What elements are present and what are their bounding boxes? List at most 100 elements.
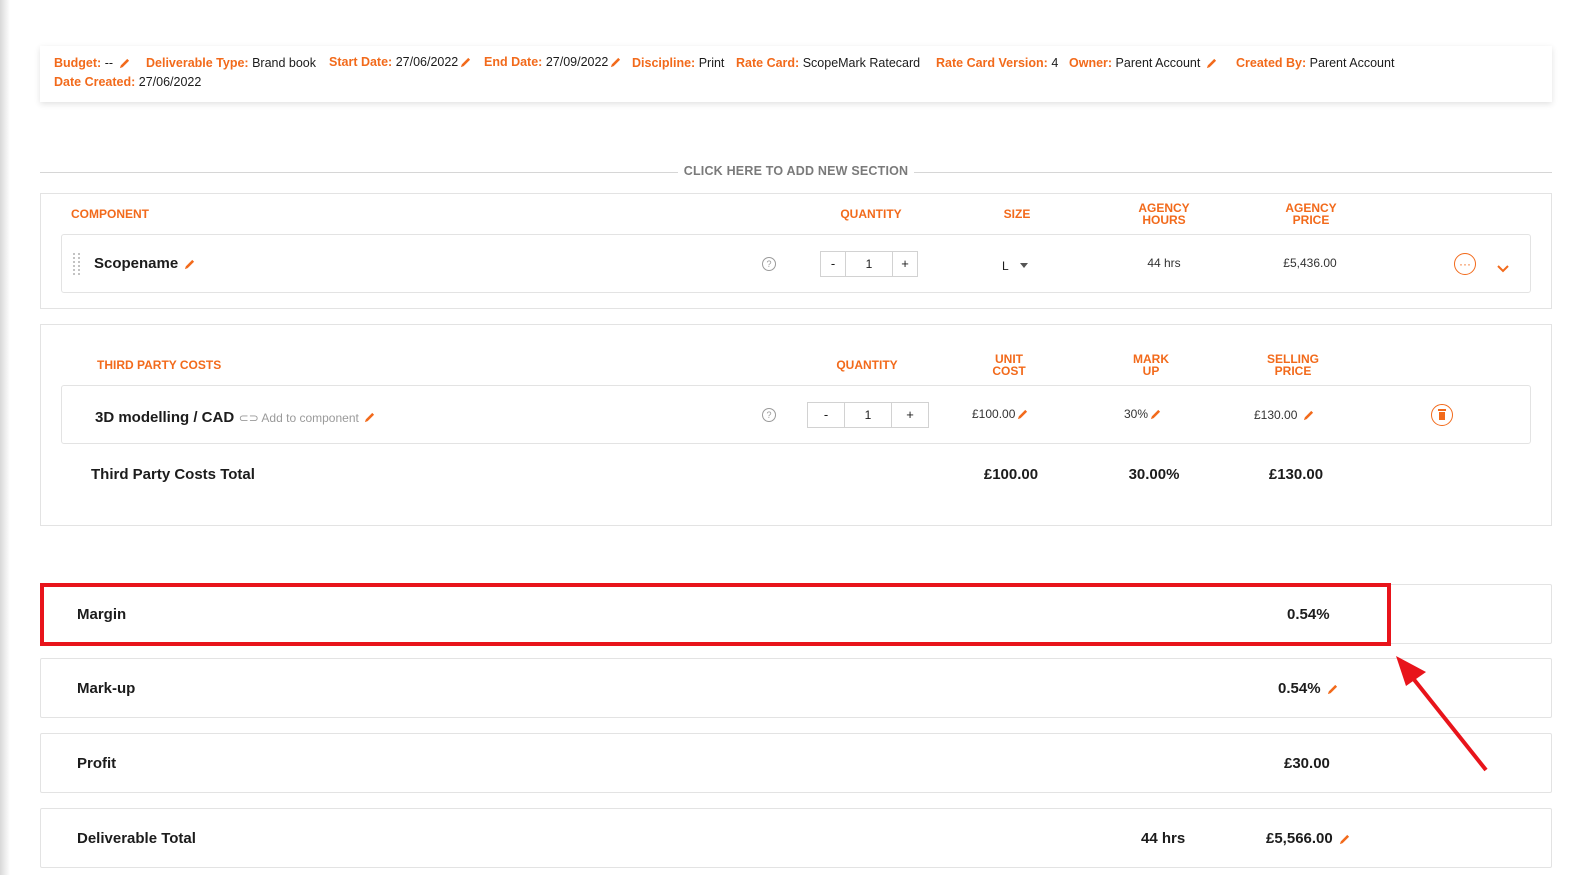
third-party-total-unit-cost: £100.00 <box>983 466 1039 483</box>
unit-cost-cell: £100.00 <box>972 407 1028 421</box>
profit-label: Profit <box>77 755 117 772</box>
created-by-value: Parent Account <box>1309 56 1395 70</box>
third-party-total-mark-up: 30.00% <box>1128 466 1180 483</box>
rate-card-value: ScopeMark Ratecard <box>802 56 921 70</box>
agency-price-header: AGENCY PRICE <box>1271 202 1351 226</box>
owner-field: Owner: Parent Account <box>1069 56 1217 70</box>
deliverable-meta-card: Budget: -- Deliverable Type: Brand book … <box>40 46 1552 102</box>
edit-start-date-icon[interactable] <box>460 57 471 68</box>
rate-card-label: Rate Card: <box>736 56 800 70</box>
created-by-field: Created By: Parent Account <box>1236 56 1394 70</box>
edit-selling-price-icon[interactable] <box>1303 410 1314 421</box>
end-date-value: 27/09/2022 <box>545 55 609 69</box>
deliverable-type-value: Brand book <box>252 56 317 70</box>
size-select[interactable]: L <box>1002 257 1028 273</box>
caret-down-icon <box>1019 257 1028 271</box>
tp-increment-button[interactable]: + <box>891 403 928 427</box>
edit-third-party-icon[interactable] <box>364 412 375 423</box>
component-header: COMPONENT <box>71 207 149 221</box>
deliverable-type-label: Deliverable Type: <box>146 56 249 70</box>
deliverable-type-field: Deliverable Type: Brand book <box>146 56 316 70</box>
date-created-value: 27/06/2022 <box>138 75 202 89</box>
selling-price-header-line2: PRICE <box>1274 364 1312 378</box>
third-party-total-selling-price: £130.00 <box>1268 466 1324 483</box>
budget-field: Budget: -- <box>54 56 130 70</box>
mark-up-header-line2: UP <box>1142 364 1160 378</box>
start-date-value: 27/06/2022 <box>395 55 459 69</box>
unit-cost-header-line2: COST <box>992 364 1026 378</box>
edit-mark-up-icon[interactable] <box>1150 409 1161 420</box>
quantity-value[interactable]: 1 <box>846 252 892 276</box>
add-to-component-text: Add to component <box>261 411 359 425</box>
deliverable-total-value-cell: £5,566.00 <box>1266 830 1350 847</box>
profit-row: Profit £30.00 <box>40 733 1552 793</box>
link-icon: ⊂⊃ <box>238 411 259 425</box>
edit-deliverable-total-icon[interactable] <box>1339 834 1350 845</box>
end-date-label: End Date: <box>484 55 543 69</box>
tp-help-icon[interactable]: ? <box>762 408 776 422</box>
discipline-field: Discipline: Print <box>632 56 724 70</box>
rate-card-version-label: Rate Card Version: <box>936 56 1048 70</box>
tp-decrement-button[interactable]: - <box>808 403 845 427</box>
budget-value: -- <box>104 56 114 70</box>
tp-quantity-header: QUANTITY <box>836 358 898 372</box>
rate-card-field: Rate Card: ScopeMark Ratecard <box>736 56 920 70</box>
selling-price-value: £130.00 <box>1254 408 1298 422</box>
help-icon[interactable]: ? <box>762 257 776 271</box>
drag-handle-icon[interactable] <box>73 253 81 275</box>
page-edge-shadow <box>0 0 10 875</box>
increment-button[interactable]: + <box>892 252 917 276</box>
edit-end-date-icon[interactable] <box>610 57 621 68</box>
third-party-row: 3D modelling / CAD ⊂⊃ Add to component ?… <box>61 385 1531 444</box>
add-to-component-link[interactable]: ⊂⊃ Add to component <box>239 411 363 425</box>
markup-label: Mark-up <box>77 680 136 697</box>
tp-quantity-stepper[interactable]: - 1 + <box>807 402 929 428</box>
agency-price-value: £5,436.00 <box>1283 256 1337 270</box>
component-quantity-stepper[interactable]: - 1 + <box>820 251 918 277</box>
tp-quantity-value[interactable]: 1 <box>845 403 891 427</box>
component-name: Scopename <box>94 255 195 272</box>
budget-label: Budget: <box>54 56 102 70</box>
created-by-label: Created By: <box>1236 56 1307 70</box>
component-name-text: Scopename <box>94 255 179 272</box>
edit-markup-icon[interactable] <box>1327 684 1338 695</box>
third-party-section: THIRD PARTY COSTS QUANTITY UNIT COST MAR… <box>40 324 1552 526</box>
third-party-item-name: 3D modelling / CAD <box>95 409 235 426</box>
rate-card-version-field: Rate Card Version: 4 <box>936 56 1058 70</box>
component-row: Scopename ? - 1 + L 44 hrs £5,436.00 ··· <box>61 234 1531 293</box>
agency-price-header-line2: PRICE <box>1292 213 1330 227</box>
third-party-header: THIRD PARTY COSTS <box>97 358 222 372</box>
profit-value: £30.00 <box>1284 755 1330 772</box>
delete-icon[interactable] <box>1431 404 1453 426</box>
deliverable-total-hours: 44 hrs <box>1141 830 1186 847</box>
deliverable-total-value: £5,566.00 <box>1266 830 1333 847</box>
edit-unit-cost-icon[interactable] <box>1017 409 1028 420</box>
size-header: SIZE <box>1003 207 1031 221</box>
agency-hours-header: AGENCY HOURS <box>1124 202 1204 226</box>
agency-hours-header-line2: HOURS <box>1142 213 1186 227</box>
discipline-value: Print <box>698 56 725 70</box>
add-new-section-divider[interactable]: CLICK HERE TO ADD NEW SECTION <box>40 164 1552 180</box>
add-new-section-link[interactable]: CLICK HERE TO ADD NEW SECTION <box>40 164 1552 178</box>
owner-value: Parent Account <box>1115 56 1201 70</box>
chevron-down-icon[interactable] <box>1497 260 1509 278</box>
edit-owner-icon[interactable] <box>1206 58 1217 69</box>
mark-up-value: 30% <box>1124 407 1149 421</box>
decrement-button[interactable]: - <box>821 252 846 276</box>
end-date-field: End Date: 27/09/2022 <box>484 55 621 69</box>
start-date-label: Start Date: <box>329 55 393 69</box>
size-value: L <box>1002 259 1009 273</box>
quantity-header: QUANTITY <box>840 207 902 221</box>
date-created-field: Date Created: 27/06/2022 <box>54 75 201 89</box>
edit-component-name-icon[interactable] <box>184 259 195 270</box>
markup-value-cell: 0.54% <box>1278 680 1338 697</box>
selling-price-cell: £130.00 <box>1254 408 1314 422</box>
agency-hours-value: 44 hrs <box>1147 256 1181 270</box>
date-created-label: Date Created: <box>54 75 136 89</box>
edit-budget-icon[interactable] <box>119 58 130 69</box>
component-section: COMPONENT QUANTITY SIZE AGENCY HOURS AGE… <box>40 193 1552 309</box>
more-options-icon[interactable]: ··· <box>1454 253 1476 275</box>
owner-label: Owner: <box>1069 56 1113 70</box>
mark-up-cell: 30% <box>1124 407 1161 421</box>
margin-highlight-box <box>40 583 1391 646</box>
